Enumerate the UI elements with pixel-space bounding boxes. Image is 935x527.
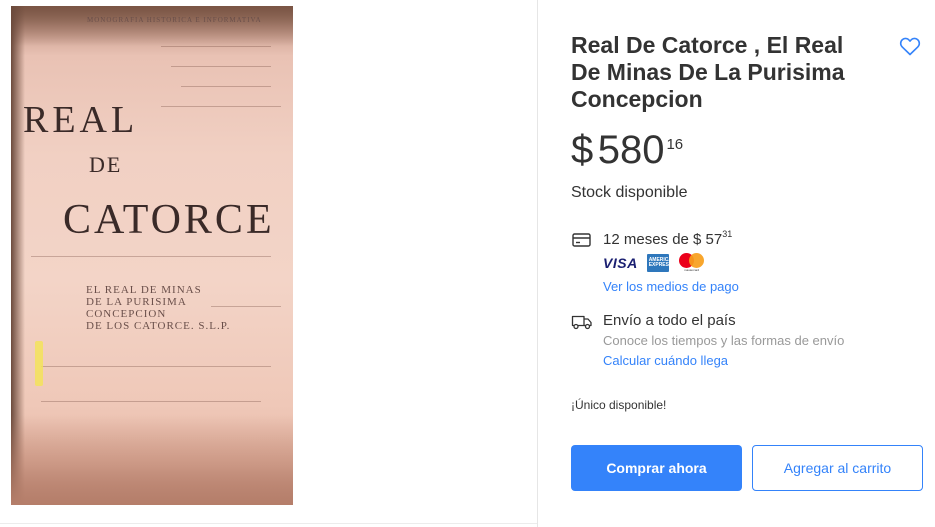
photo-subtitle-line: EL REAL DE MINAS [86, 284, 202, 296]
scribble [41, 401, 261, 402]
product-info-panel: Real De Catorce , El Real De Minas De La… [539, 0, 935, 527]
payment-methods-link[interactable]: Ver los medios de pago [603, 279, 739, 294]
mastercard-logo: mastercard [678, 253, 706, 273]
yellow-highlight-mark [35, 341, 43, 386]
photo-subtitle-line: DE LOS CATORCE. S.L.P. [86, 320, 231, 332]
photo-shadow-bottom [11, 415, 293, 505]
amex-logo: AMERICAN EXPRESS [646, 254, 676, 272]
price-cents: 16 [666, 136, 684, 153]
photo-title-line1: REAL [23, 99, 139, 141]
shipping-title: Envío a todo el país [603, 312, 736, 329]
favorite-heart-icon[interactable] [898, 34, 922, 58]
calculate-delivery-link[interactable]: Calcular cuándo llega [603, 353, 728, 368]
availability-note: ¡Único disponible! [571, 398, 667, 412]
product-title: Real De Catorce , El Real De Minas De La… [571, 32, 845, 112]
scribble [181, 86, 271, 87]
credit-card-icon [571, 231, 593, 249]
scribble [31, 256, 271, 257]
scribble [171, 66, 271, 67]
stock-status: Stock disponible [571, 184, 688, 201]
photo-subtitle-line: CONCEPCION [86, 308, 167, 320]
photo-shadow-top [11, 6, 293, 46]
photo-header-text: MONOGRAFIA HISTORICA E INFORMATIVA [87, 16, 262, 24]
price: $ 580 16 [571, 128, 683, 178]
add-to-cart-button[interactable]: Agregar al carrito [752, 445, 923, 491]
truck-icon [571, 313, 593, 331]
photo-subtitle-line: DE LA PURISIMA [86, 296, 187, 308]
price-integer: 580 [597, 128, 665, 172]
photo-title-line2: DE [89, 152, 123, 177]
mastercard-label: mastercard [684, 268, 700, 272]
mastercard-circle-orange [688, 253, 704, 268]
scribble [161, 46, 271, 47]
product-photo[interactable]: MONOGRAFIA HISTORICA E INFORMATIVA REAL … [11, 6, 293, 505]
buy-now-button[interactable]: Comprar ahora [571, 445, 742, 491]
visa-logo: VISA [603, 255, 638, 271]
photo-subtitle: EL REAL DE MINAS DE LA PURISIMA CONCEPCI… [86, 284, 230, 332]
payment-cards: VISA AMERICAN EXPRESS mastercard [603, 253, 706, 273]
scribble [41, 366, 271, 367]
divider [0, 523, 537, 524]
price-currency: $ [571, 128, 594, 172]
amex-logo-text: AMERICAN EXPRESS [648, 257, 676, 268]
installments-cents: 31 [722, 229, 733, 239]
shipping-subtitle: Conoce los tiempos y las formas de envío [603, 333, 845, 348]
image-gallery: MONOGRAFIA HISTORICA E INFORMATIVA REAL … [0, 0, 538, 527]
installments-text: 12 meses de $ 5731 [603, 229, 733, 248]
scribble [161, 106, 281, 107]
photo-title-line3: CATORCE [63, 197, 275, 243]
installments-amount: 12 meses de $ 57 [603, 231, 723, 248]
